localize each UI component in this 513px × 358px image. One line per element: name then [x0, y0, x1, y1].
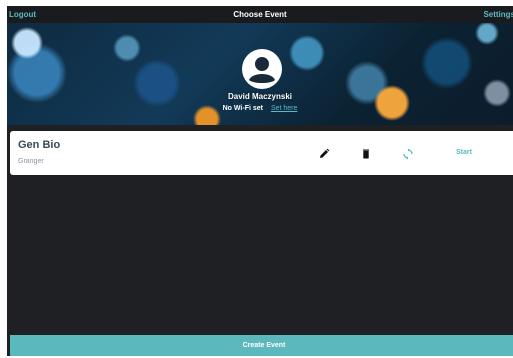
- event-card[interactable]: Gen Bio Granger Start: [10, 131, 513, 175]
- event-subtitle: Granger: [18, 158, 44, 165]
- event-title: Gen Bio: [18, 139, 61, 151]
- account-circle-icon: [242, 49, 282, 89]
- app-root: Logout Choose Event Settings David Maczy…: [0, 0, 513, 358]
- profile-header: David Maczynski No Wi-Fi set Set here: [7, 23, 513, 125]
- set-wifi-link[interactable]: Set here: [271, 105, 297, 112]
- settings-button[interactable]: Settings: [483, 10, 513, 19]
- page-title: Choose Event: [233, 10, 287, 19]
- create-event-button[interactable]: Create Event: [10, 335, 513, 356]
- wifi-status: No Wi-Fi set: [222, 105, 263, 112]
- device-screen: Logout Choose Event Settings David Maczy…: [7, 6, 513, 356]
- wifi-status-line: No Wi-Fi set Set here: [7, 105, 513, 112]
- start-button[interactable]: Start: [456, 149, 472, 156]
- sync-icon[interactable]: [402, 148, 414, 160]
- top-nav-bar: Logout Choose Event Settings: [7, 6, 513, 23]
- trash-icon[interactable]: [360, 148, 372, 160]
- user-name: David Maczynski: [227, 92, 293, 101]
- pencil-icon[interactable]: [318, 148, 330, 160]
